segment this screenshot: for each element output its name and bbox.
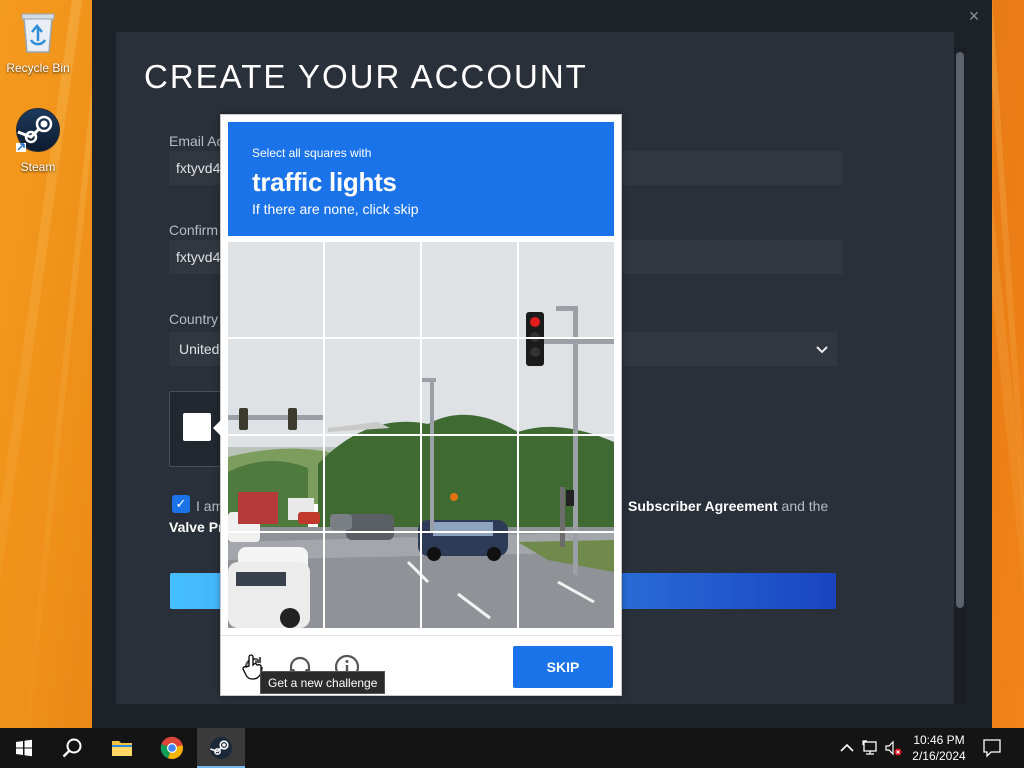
steam-taskbar-button[interactable] — [197, 728, 245, 768]
grid-tile[interactable] — [422, 242, 517, 337]
captcha-checkbox[interactable] — [183, 413, 211, 441]
grid-tile[interactable] — [519, 533, 614, 628]
scrollbar[interactable] — [954, 48, 966, 704]
grid-tile[interactable] — [325, 533, 420, 628]
file-explorer-icon[interactable] — [98, 728, 146, 768]
grid-tile[interactable] — [422, 533, 517, 628]
agree-checkbox[interactable]: ✓ — [172, 495, 190, 513]
clock-time: 10:46 PM — [913, 733, 965, 747]
street-scene-image — [422, 533, 517, 628]
prompt-hint: If there are none, click skip — [252, 201, 419, 217]
grid-tile[interactable] — [325, 242, 420, 337]
street-scene-image — [325, 533, 420, 628]
prompt-object: traffic lights — [252, 167, 397, 197]
privacy-policy-link[interactable]: Valve Pr — [169, 519, 224, 535]
chevron-down-icon — [815, 332, 829, 366]
captcha-challenge-popup: Select all squares with traffic lights I… — [213, 114, 622, 696]
recycle-bin-icon — [0, 8, 76, 57]
desktop-icon-label: Steam — [20, 160, 56, 174]
skip-button[interactable]: SKIP — [513, 646, 613, 688]
street-scene-image — [325, 436, 420, 531]
agree-text-suffix: and the — [781, 498, 829, 514]
close-icon[interactable]: × — [962, 4, 986, 28]
steam-icon — [0, 107, 76, 156]
street-scene-image — [519, 339, 614, 434]
grid-tile[interactable] — [325, 436, 420, 531]
prompt-instruction: Select all squares with — [252, 146, 372, 160]
challenge-image-grid — [228, 242, 614, 628]
taskbar: 10:46 PM 2/16/2024 — [0, 728, 1024, 768]
search-icon[interactable] — [48, 728, 96, 768]
grid-tile[interactable] — [422, 339, 517, 434]
email-label: Email Ac — [169, 133, 224, 149]
street-scene-image — [519, 533, 614, 628]
page-title: CREATE YOUR ACCOUNT — [144, 58, 588, 95]
agree-text-end: Subscriber Agreement and the — [628, 498, 828, 514]
grid-tile[interactable] — [519, 242, 614, 337]
street-scene-image — [228, 436, 323, 531]
grid-tile[interactable] — [519, 436, 614, 531]
windows-start-icon[interactable] — [0, 728, 48, 768]
steam-icon — [210, 737, 232, 759]
network-icon[interactable] — [862, 738, 880, 758]
street-scene-image — [325, 242, 420, 337]
chrome-icon[interactable] — [148, 728, 196, 768]
chevron-up-icon[interactable] — [838, 738, 856, 758]
desktop-icon-label: Recycle Bin — [6, 61, 70, 75]
notification-icon[interactable] — [982, 737, 1002, 758]
challenge-prompt: Select all squares with traffic lights I… — [228, 122, 614, 236]
clock-date: 2/16/2024 — [912, 749, 966, 763]
grid-tile[interactable] — [228, 436, 323, 531]
country-select-value: United — [179, 341, 220, 357]
grid-tile[interactable] — [228, 533, 323, 628]
challenge-footer: Get a new challenge SKIP — [221, 635, 621, 695]
street-scene-image — [422, 436, 517, 531]
desktop-icon-steam[interactable]: Steam — [0, 107, 76, 174]
grid-tile[interactable] — [325, 339, 420, 434]
street-scene-image — [228, 533, 323, 628]
street-scene-image — [519, 436, 614, 531]
volume-muted-icon[interactable] — [884, 738, 902, 758]
street-scene-image — [228, 242, 323, 337]
subscriber-agreement-link[interactable]: Subscriber Agreement — [628, 498, 778, 514]
scrollbar-thumb[interactable] — [956, 52, 964, 608]
refresh-tooltip: Get a new challenge — [260, 671, 386, 694]
grid-tile[interactable] — [422, 436, 517, 531]
street-scene-image — [422, 242, 517, 337]
country-label: Country — [169, 311, 219, 327]
grid-tile[interactable] — [519, 339, 614, 434]
grid-tile[interactable] — [228, 339, 323, 434]
street-scene-image — [228, 339, 323, 434]
grid-tile[interactable] — [228, 242, 323, 337]
street-scene-image — [422, 339, 517, 434]
taskbar-clock[interactable]: 10:46 PM 2/16/2024 — [904, 732, 974, 764]
street-scene-image — [325, 339, 420, 434]
popup-pointer — [213, 420, 221, 436]
street-scene-image — [519, 242, 614, 337]
desktop-icon-recycle-bin[interactable]: Recycle Bin — [0, 8, 76, 75]
confirm-email-label: Confirm — [169, 222, 219, 238]
